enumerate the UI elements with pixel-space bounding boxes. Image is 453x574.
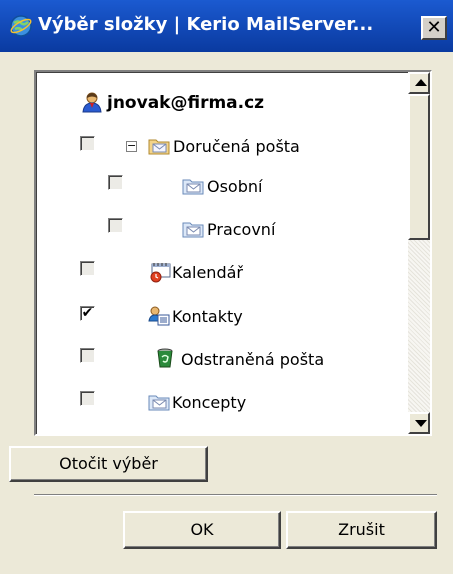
tree-item-label: Doručená pošta xyxy=(173,137,300,156)
scroll-down-button[interactable] xyxy=(408,412,430,434)
cancel-button[interactable]: Zrušit xyxy=(286,511,437,549)
globe-icon xyxy=(10,15,32,37)
tree-item-drafts[interactable]: Koncepty xyxy=(36,385,396,421)
checkbox-drafts[interactable] xyxy=(80,391,95,406)
tree-item-label: Pracovní xyxy=(207,220,276,239)
folder-icon xyxy=(182,179,204,195)
window-title: Výběr složky | Kerio MailServer... xyxy=(38,14,374,35)
checkbox-work[interactable] xyxy=(108,218,123,233)
tree-item-calendar[interactable]: Kalendář xyxy=(36,255,396,291)
invert-selection-button[interactable]: Otočit výběr xyxy=(9,446,208,482)
user-icon xyxy=(82,92,102,113)
folder-icon xyxy=(148,139,170,155)
calendar-icon xyxy=(150,263,171,283)
account-label: jnovak@firma.cz xyxy=(107,93,265,113)
arrow-up-icon xyxy=(415,79,427,86)
tree-item-label: Odstraněná pošta xyxy=(181,350,325,369)
tree-item-work[interactable]: Pracovní xyxy=(36,212,396,248)
tree-item-label: Kontakty xyxy=(172,307,243,326)
divider xyxy=(34,494,437,496)
checkbox-contacts[interactable]: ✔ xyxy=(80,306,95,321)
tree-item-deleted[interactable]: Odstraněná pošta xyxy=(36,342,396,378)
collapse-icon[interactable]: − xyxy=(126,140,137,152)
checkbox-calendar[interactable] xyxy=(80,261,95,276)
close-icon: ✕ xyxy=(426,17,442,38)
arrow-down-icon xyxy=(415,420,427,427)
trash-icon xyxy=(157,348,173,368)
tree-item-label: Osobní xyxy=(207,177,263,196)
folder-list[interactable]: jnovak@firma.cz − Doručená pošta Osobní … xyxy=(34,70,432,436)
tree-item-label: Koncepty xyxy=(172,393,247,412)
tree-item-personal[interactable]: Osobní xyxy=(36,169,396,205)
vertical-scrollbar[interactable] xyxy=(408,72,430,434)
title-bar[interactable]: Výběr složky | Kerio MailServer... ✕ xyxy=(0,0,453,52)
tree-item-inbox[interactable]: − Doručená pošta xyxy=(36,129,396,165)
checkbox-deleted[interactable] xyxy=(80,348,95,363)
folder-icon xyxy=(182,222,204,238)
folder-icon xyxy=(148,395,170,411)
checkbox-inbox[interactable] xyxy=(80,136,95,151)
checkbox-personal[interactable] xyxy=(108,175,123,190)
tree-item-label: Kalendář xyxy=(172,263,243,282)
check-mark-icon: ✔ xyxy=(81,305,94,321)
scroll-up-button[interactable] xyxy=(408,72,430,94)
tree-item-contacts[interactable]: ✔ Kontakty xyxy=(36,299,396,335)
ok-button[interactable]: OK xyxy=(123,511,281,549)
contacts-icon xyxy=(148,306,170,326)
close-button[interactable]: ✕ xyxy=(421,16,447,40)
tree-root: jnovak@firma.cz xyxy=(36,86,396,122)
scroll-thumb[interactable] xyxy=(408,94,430,240)
